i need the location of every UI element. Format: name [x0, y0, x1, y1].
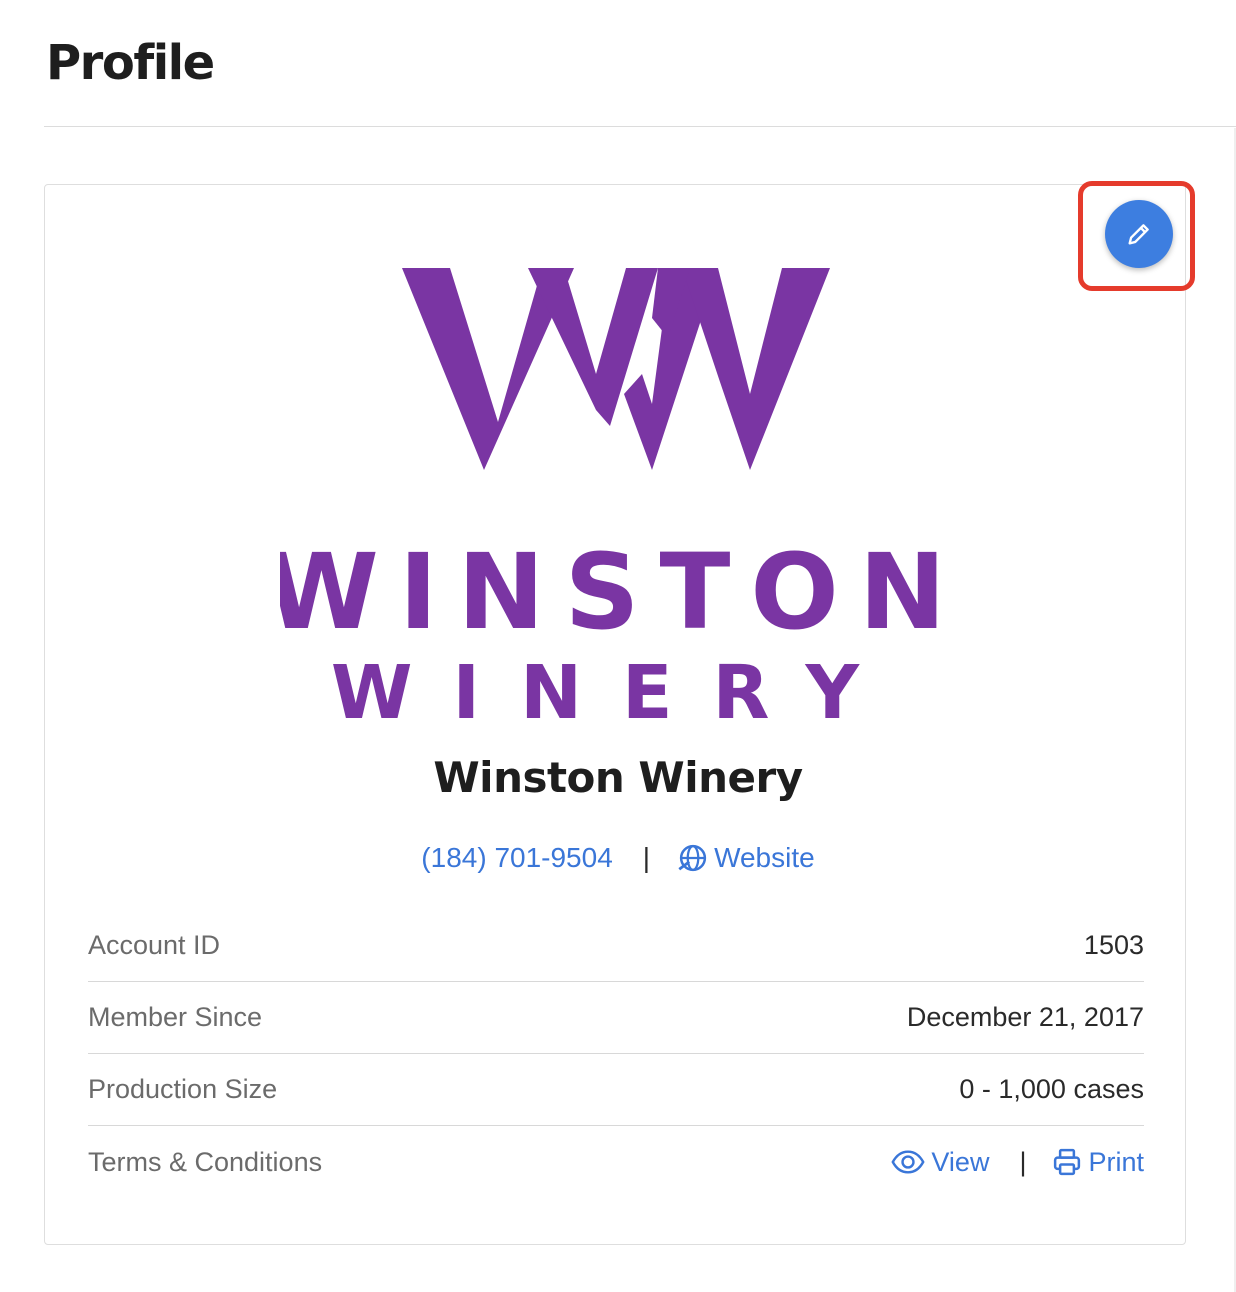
website-link[interactable]: Website [678, 842, 815, 874]
page-title: Profile [46, 35, 215, 91]
view-label: View [931, 1146, 990, 1177]
member-since-value: December 21, 2017 [906, 1002, 1144, 1032]
account-id-value: 1503 [1083, 930, 1144, 960]
pencil-icon [1128, 224, 1149, 245]
svg-text:WINERY: WINERY [331, 650, 899, 722]
edit-profile-button[interactable] [1105, 200, 1173, 268]
phone-link[interactable]: (184) 701-9504 [421, 842, 612, 874]
print-label: Print [1088, 1146, 1144, 1177]
terms-separator: | [1019, 1146, 1027, 1177]
winery-logo: WINSTON WINERY [280, 268, 950, 722]
detail-row-account-id: Account ID 1503 [88, 910, 1144, 982]
winery-name: Winston Winery [433, 753, 803, 802]
globe-icon [678, 843, 708, 873]
terms-print-link[interactable]: Print [1052, 1147, 1144, 1178]
production-size-label: Production Size [88, 1074, 278, 1104]
terms-view-link[interactable]: View [891, 1147, 989, 1178]
website-label: Website [714, 842, 815, 873]
terms-label: Terms & Conditions [88, 1146, 323, 1177]
terms-actions: View | Print [891, 1147, 1144, 1178]
contact-separator: | [642, 842, 651, 873]
contact-row: (184) 701-9504 | Website [0, 838, 1236, 878]
title-divider [44, 126, 1236, 127]
printer-icon [1052, 1147, 1082, 1177]
profile-details: Account ID 1503 Member Since December 21… [88, 910, 1144, 1198]
detail-row-production-size: Production Size 0 - 1,000 cases [88, 1054, 1144, 1126]
detail-row-terms: Terms & Conditions View | Print [88, 1126, 1144, 1198]
production-size-value: 0 - 1,000 cases [959, 1074, 1144, 1104]
account-id-label: Account ID [88, 930, 221, 960]
eye-icon [891, 1149, 925, 1175]
member-since-label: Member Since [88, 1002, 263, 1032]
detail-row-member-since: Member Since December 21, 2017 [88, 982, 1144, 1054]
svg-text:WINSTON: WINSTON [280, 531, 950, 653]
